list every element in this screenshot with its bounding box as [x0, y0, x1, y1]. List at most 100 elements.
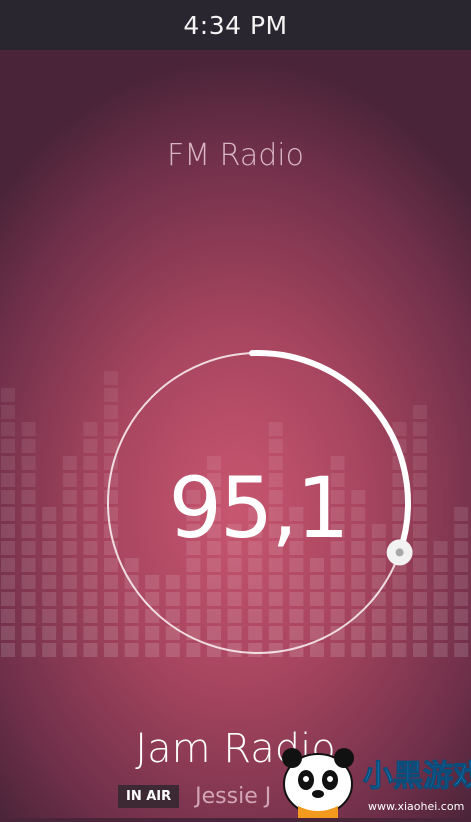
equalizer-block: [42, 558, 57, 572]
equalizer-block: [62, 473, 77, 487]
equalizer-block: [21, 558, 36, 572]
equalizer-block: [1, 524, 15, 538]
equalizer-block: [83, 473, 98, 487]
equalizer-block: [83, 490, 98, 504]
equalizer-block: [1, 456, 15, 470]
equalizer-block: [433, 643, 448, 657]
equalizer-block: [21, 422, 36, 436]
equalizer-block: [454, 643, 469, 657]
equalizer-block: [42, 524, 57, 538]
equalizer-block: [413, 541, 427, 555]
equalizer-block: [62, 609, 77, 623]
equalizer-block: [83, 592, 98, 606]
equalizer-block: [413, 626, 427, 640]
equalizer-block: [83, 541, 98, 555]
frequency-display: 95,1: [168, 459, 349, 557]
equalizer-block: [42, 541, 57, 555]
equalizer-block: [62, 626, 77, 640]
equalizer-block: [413, 422, 427, 436]
equalizer-block: [433, 575, 448, 589]
equalizer-block: [413, 643, 427, 657]
equalizer-block: [413, 490, 427, 504]
equalizer-block: [21, 524, 36, 538]
equalizer-block: [413, 524, 427, 538]
equalizer-block: [454, 609, 469, 623]
equalizer-block: [1, 575, 15, 589]
equalizer-block: [62, 490, 77, 504]
equalizer-block: [42, 609, 57, 623]
equalizer-block: [62, 541, 77, 555]
equalizer-block: [413, 592, 427, 606]
equalizer-block: [433, 558, 448, 572]
artist-name: Jessie J: [195, 784, 272, 809]
equalizer-block: [433, 626, 448, 640]
equalizer-block: [42, 626, 57, 640]
equalizer-block: [413, 473, 427, 487]
equalizer-block: [83, 609, 98, 623]
equalizer-block: [62, 643, 77, 657]
equalizer-block: [454, 507, 469, 521]
equalizer-block: [21, 643, 36, 657]
equalizer-block: [21, 609, 36, 623]
equalizer-block: [83, 643, 98, 657]
equalizer-block: [42, 643, 57, 657]
equalizer-block: [62, 575, 77, 589]
equalizer-block: [42, 507, 57, 521]
equalizer-block: [454, 592, 469, 606]
in-air-badge: IN AIR: [118, 785, 180, 808]
equalizer-block: [62, 507, 77, 521]
equalizer-block: [62, 592, 77, 606]
equalizer-block: [83, 575, 98, 589]
equalizer-block: [454, 524, 469, 538]
app-title: FM Radio: [167, 138, 304, 173]
equalizer-block: [83, 456, 98, 470]
equalizer-block: [21, 456, 36, 470]
svg-text:www.xiaohei.com: www.xiaohei.com: [368, 800, 464, 813]
equalizer-block: [83, 422, 98, 436]
equalizer-block: [1, 507, 15, 521]
equalizer-block: [21, 626, 36, 640]
equalizer-block: [454, 541, 469, 555]
status-time: 4:34 PM: [183, 10, 288, 40]
equalizer-block: [433, 609, 448, 623]
equalizer-block: [1, 592, 15, 606]
equalizer-block: [413, 558, 427, 572]
equalizer-block: [1, 490, 15, 504]
equalizer-block: [21, 473, 36, 487]
equalizer-block: [1, 473, 15, 487]
equalizer-block: [1, 541, 15, 555]
equalizer-block: [454, 575, 469, 589]
equalizer-block: [21, 490, 36, 504]
equalizer-block: [21, 575, 36, 589]
equalizer-block: [413, 609, 427, 623]
equalizer-block: [62, 558, 77, 572]
equalizer-block: [1, 609, 15, 623]
equalizer-block: [1, 558, 15, 572]
equalizer-block: [413, 507, 427, 521]
equalizer-block: [1, 439, 15, 453]
equalizer-block: [413, 456, 427, 470]
equalizer-block: [21, 439, 36, 453]
equalizer-block: [454, 626, 469, 640]
equalizer-block: [21, 507, 36, 521]
equalizer-block: [413, 575, 427, 589]
equalizer-block: [433, 541, 448, 555]
equalizer-block: [42, 592, 57, 606]
equalizer-block: [21, 541, 36, 555]
equalizer-block: [83, 439, 98, 453]
equalizer-block: [1, 422, 15, 436]
equalizer-block: [83, 626, 98, 640]
watermark-logo: 小黑游戏 www.xiaohei.com: [268, 744, 471, 818]
equalizer-block: [83, 558, 98, 572]
status-bar: 4:34 PM: [0, 0, 471, 50]
equalizer-block: [62, 524, 77, 538]
now-playing-row: IN AIR Jessie J: [118, 784, 271, 809]
equalizer-block: [1, 626, 15, 640]
equalizer-block: [454, 558, 469, 572]
equalizer-block: [1, 388, 15, 402]
equalizer-block: [1, 405, 15, 419]
equalizer-block: [1, 643, 15, 657]
panda-logo-icon: 小黑游戏 www.xiaohei.com: [282, 748, 471, 818]
equalizer-block: [413, 405, 427, 419]
equalizer-block: [83, 524, 98, 538]
